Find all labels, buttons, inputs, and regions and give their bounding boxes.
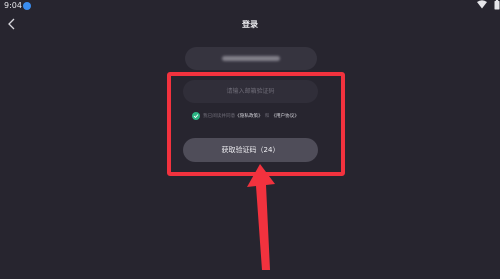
- agreement-prefix: 我已阅读并同意: [203, 114, 236, 119]
- get-code-button[interactable]: 获取验证码（24）: [183, 138, 318, 162]
- agreement-checkbox[interactable]: [192, 112, 200, 120]
- notification-icon: [23, 2, 31, 10]
- account-display: [185, 47, 317, 70]
- status-bar: 9:04: [0, 0, 500, 12]
- wifi-icon: [477, 0, 487, 9]
- agreement-row: 我已阅读并同意 《隐私政策》 和 《用户协议》: [192, 111, 299, 121]
- privacy-policy-link[interactable]: 《隐私政策》: [235, 113, 263, 119]
- check-icon: [193, 114, 199, 119]
- user-agreement-link[interactable]: 《用户协议》: [271, 113, 299, 119]
- page-title: 登录: [242, 20, 258, 29]
- email-code-input[interactable]: [183, 80, 318, 103]
- masked-email: [222, 56, 280, 61]
- battery-icon: [494, 0, 500, 10]
- status-time: 9:04: [4, 1, 22, 10]
- agreement-and: 和: [264, 114, 270, 119]
- header: 登录: [0, 12, 500, 38]
